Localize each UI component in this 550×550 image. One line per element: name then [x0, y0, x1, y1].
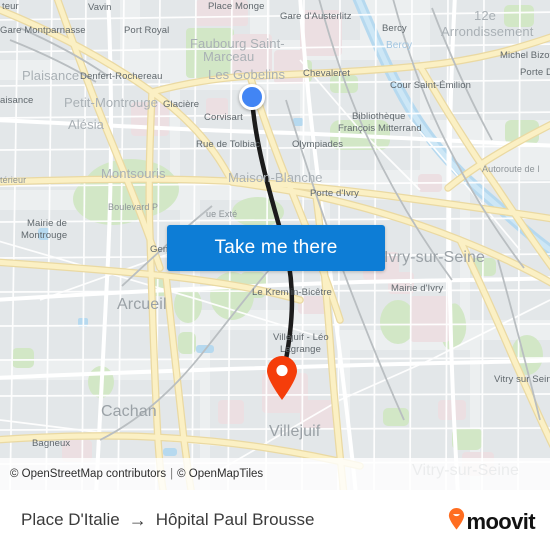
map-attribution: © OpenStreetMap contributors | © OpenMap…	[0, 458, 550, 490]
route-destination-label: Hôpital Paul Brousse	[155, 510, 315, 529]
moovit-pin-smile-icon	[448, 508, 465, 535]
route-origin-label: Place D'Italie	[21, 510, 120, 529]
attribution-tiles[interactable]: © OpenMapTiles	[177, 468, 263, 480]
destination-pin-icon[interactable]	[265, 355, 299, 401]
attribution-separator: |	[170, 468, 174, 480]
arrow-right-icon: →	[128, 510, 147, 530]
moovit-logo[interactable]: moovit	[448, 508, 536, 535]
moovit-wordmark: moovit	[466, 508, 535, 534]
footer-bar: Place D'Italie → Hôpital Paul Brousse mo…	[0, 490, 550, 550]
attribution-osm[interactable]: © OpenStreetMap contributors	[10, 468, 166, 480]
map-viewport[interactable]: teur Vavin Place Monge Gare d'Austerlitz 12e…	[0, 0, 550, 490]
moovit-route-screen: teur Vavin Place Monge Gare d'Austerlitz 12e…	[0, 0, 550, 550]
route-summary: Place D'Italie → Hôpital Paul Brousse	[21, 510, 314, 530]
origin-dot-icon[interactable]	[239, 84, 265, 110]
take-me-there-button[interactable]: Take me there	[167, 225, 385, 271]
